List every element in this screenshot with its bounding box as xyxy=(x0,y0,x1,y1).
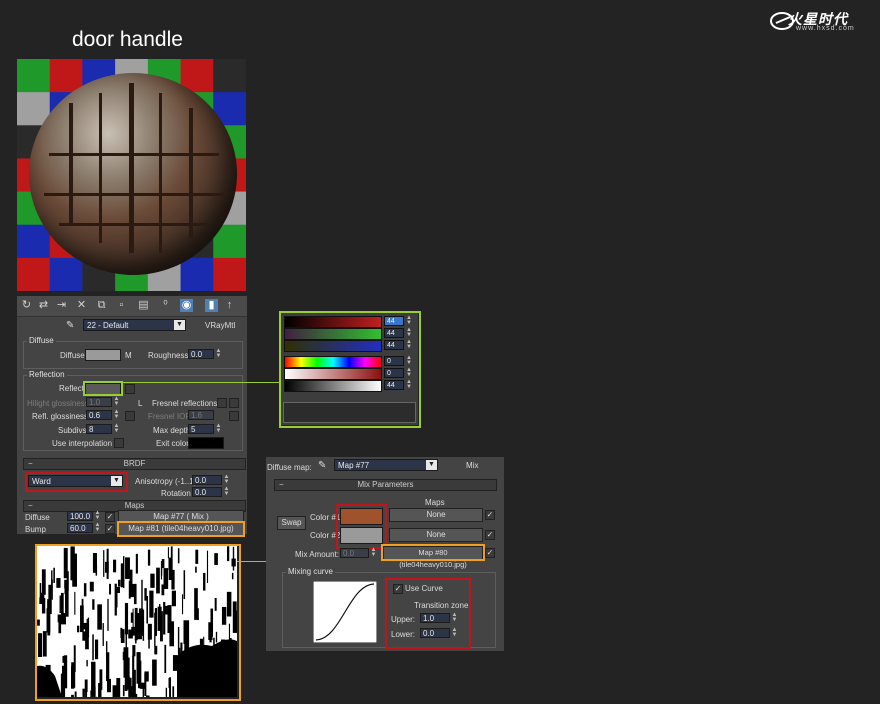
maps-row-diffuse-name: Diffuse xyxy=(25,513,50,522)
exit-color-swatch[interactable] xyxy=(188,437,224,449)
maps-row-bump-name: Bump xyxy=(25,525,46,534)
mix-parameters-rollout[interactable]: − Mix Parameters xyxy=(274,479,497,491)
logo-url: www.hxsd.com xyxy=(796,25,855,32)
refl-gloss-map-button[interactable] xyxy=(125,411,135,421)
eyedropper-icon[interactable]: ✎ xyxy=(66,320,74,331)
color1-map-button[interactable]: None xyxy=(389,508,483,522)
color1-map-checkbox[interactable]: ✓ xyxy=(485,510,495,520)
mix-amount-label: Mix Amount: xyxy=(295,550,340,559)
material-toolbar: ↻ ⇄ ⇥ ✕ ⧉ ▫ ▤ ⁰ ◉ ▮ ↑ xyxy=(17,296,247,317)
reset-map-icon[interactable]: ✕ xyxy=(75,299,88,312)
fresnel-ior-label: Fresnel IOR xyxy=(148,412,192,421)
color2-map-button[interactable]: None xyxy=(389,528,483,542)
reflect-label: Reflect xyxy=(59,384,84,393)
mix-map-name-field[interactable]: Map #77 ▼ xyxy=(334,459,438,471)
rotation-spinner[interactable]: ▲ ▼ xyxy=(223,486,230,497)
rotation-label: Rotation xyxy=(161,489,191,498)
anisotropy-label: Anisotropy (-1..1) xyxy=(135,477,197,486)
bump-amount-spinner[interactable]: ▲ ▼ xyxy=(94,522,101,533)
fresnel-map-button[interactable] xyxy=(229,398,239,408)
anisotropy-spinner[interactable]: ▲ ▼ xyxy=(223,474,230,485)
get-material-icon[interactable]: ↻ xyxy=(20,299,33,312)
chevron-down-icon[interactable]: ▼ xyxy=(426,460,437,470)
roughness-label: Roughness xyxy=(148,351,189,360)
chevron-down-icon[interactable]: ▼ xyxy=(174,320,185,330)
mix-map-type-button[interactable]: Mix xyxy=(466,461,478,470)
use-interpolation-checkbox[interactable] xyxy=(114,438,124,448)
curve-settings-highlight xyxy=(385,578,471,649)
material-preview xyxy=(17,59,246,291)
eyedropper-icon[interactable]: ✎ xyxy=(318,460,326,471)
put-to-scene-icon[interactable]: ⇄ xyxy=(37,299,50,312)
hilight-glossiness-label: Hilight glossiness xyxy=(27,399,89,408)
assign-material-icon[interactable]: ⇥ xyxy=(55,299,68,312)
reflect-map-button[interactable] xyxy=(125,384,135,394)
max-depth-spinner[interactable]: ▲ ▼ xyxy=(215,423,222,434)
fresnel-ior-input[interactable]: 1.6 xyxy=(188,410,214,420)
diffuse-amount-spinner[interactable]: ▲ ▼ xyxy=(94,510,101,521)
use-interpolation-label: Use interpolation xyxy=(52,439,113,448)
anisotropy-input[interactable]: 0.0 xyxy=(192,475,222,485)
mixing-curve-graph xyxy=(313,581,377,643)
hilight-spinner[interactable]: ▲ ▼ xyxy=(113,396,120,407)
roughness-spinner[interactable]: ▲ ▼ xyxy=(215,348,222,359)
mix-amount-map-highlight xyxy=(381,544,485,561)
max-depth-label: Max depth xyxy=(153,426,191,435)
maps-row-bump-amount[interactable]: 60.0 xyxy=(67,523,93,533)
fresnel-ior-map-button[interactable] xyxy=(229,411,239,421)
swap-button[interactable]: Swap xyxy=(277,516,306,530)
show-end-result-icon[interactable]: ▮ xyxy=(205,299,218,312)
color2-map-checkbox[interactable]: ✓ xyxy=(485,530,495,540)
page-title: door handle xyxy=(72,28,183,51)
fresnel-checkbox[interactable] xyxy=(217,398,227,408)
subdivs-input[interactable]: 8 xyxy=(86,424,112,434)
material-type-button[interactable]: VRayMtl xyxy=(205,321,235,330)
maps-row-diffuse-amount[interactable]: 100.0 xyxy=(67,511,93,521)
go-to-parent-icon[interactable]: ↑ xyxy=(223,299,236,312)
maps-row-bump-checkbox[interactable]: ✓ xyxy=(105,524,115,534)
copy-material-icon[interactable]: ⧉ xyxy=(95,299,108,312)
brdf-type-highlight xyxy=(25,472,128,492)
material-id-icon[interactable]: ⁰ xyxy=(159,299,172,312)
refl-glossiness-input[interactable]: 0.6 xyxy=(86,410,112,420)
exit-color-label: Exit color xyxy=(156,439,189,448)
refl-gloss-spinner[interactable]: ▲ ▼ xyxy=(113,409,120,420)
bump-map-highlight xyxy=(117,521,245,537)
mix-amount-input[interactable]: 0.0 xyxy=(340,548,369,558)
colors-highlight xyxy=(336,504,387,549)
max-depth-input[interactable]: 5 xyxy=(188,424,214,434)
maps-header: Maps xyxy=(425,498,445,507)
fresnel-label: Fresnel reflections xyxy=(152,399,218,408)
diffuse-label: Diffuse xyxy=(60,351,85,360)
show-in-viewport-icon[interactable]: ◉ xyxy=(180,299,193,312)
rotation-input[interactable]: 0.0 xyxy=(192,487,222,497)
material-name-field[interactable]: 22 - Default ▼ xyxy=(83,319,186,331)
mixing-curve-title: Mixing curve xyxy=(286,567,335,576)
reflect-connector-line xyxy=(121,382,280,383)
diffuse-color-swatch[interactable] xyxy=(85,349,121,361)
mix-amount-map-checkbox[interactable]: ✓ xyxy=(485,548,495,558)
color-picker-highlight xyxy=(279,311,421,428)
reflect-highlight xyxy=(83,381,123,396)
diffuse-map-button[interactable]: M xyxy=(125,351,132,360)
preview-sphere xyxy=(29,73,237,275)
put-to-library-icon[interactable]: ▤ xyxy=(137,299,150,312)
diffuse-map-label: Diffuse map: xyxy=(267,463,312,472)
reflection-group-title: Reflection xyxy=(27,370,67,379)
hilight-glossiness-input[interactable]: 1.0 xyxy=(86,397,112,407)
bitmap-highlight xyxy=(35,544,241,701)
make-unique-icon[interactable]: ▫ xyxy=(115,299,128,312)
lock-button[interactable]: L xyxy=(138,399,142,408)
roughness-input[interactable]: 0.0 xyxy=(188,349,214,359)
refl-glossiness-label: Refl. glossiness xyxy=(32,412,89,421)
maps-row-diffuse-checkbox[interactable]: ✓ xyxy=(105,512,115,522)
subdivs-spinner[interactable]: ▲ ▼ xyxy=(113,423,120,434)
diffuse-group-title: Diffuse xyxy=(27,336,56,345)
brdf-rollout[interactable]: − BRDF xyxy=(23,458,246,470)
mix-amount-spinner[interactable]: ▲ ▼ xyxy=(370,547,377,558)
subdivs-label: Subdivs xyxy=(58,426,87,435)
